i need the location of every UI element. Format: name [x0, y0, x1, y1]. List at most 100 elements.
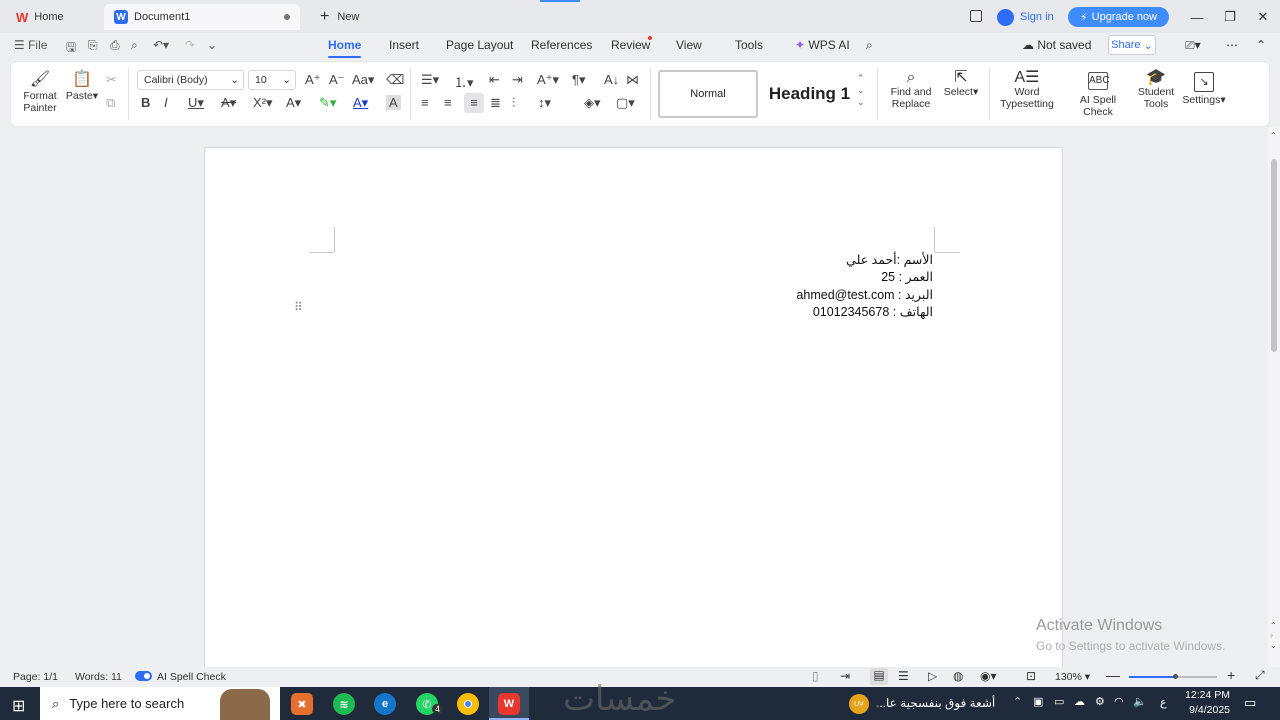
- borders-icon[interactable]: ▢▾: [616, 95, 635, 111]
- fullscreen-icon[interactable]: ⤢: [1255, 668, 1265, 683]
- tab-page-layout[interactable]: Page Layout: [446, 38, 513, 52]
- page-count[interactable]: Page: 1/1: [13, 671, 58, 683]
- grow-font-icon[interactable]: A⁺: [305, 72, 321, 88]
- windows-start-icon[interactable]: ⊞: [12, 696, 25, 716]
- spotify-icon[interactable]: ≋: [333, 693, 355, 715]
- cut-icon[interactable]: ✂: [106, 72, 117, 88]
- zoom-out-icon[interactable]: —: [1106, 667, 1120, 683]
- find-replace-button[interactable]: ⌕ Find and Replace: [887, 70, 935, 111]
- taskbar-search[interactable]: ⌕ Type here to search: [40, 687, 280, 720]
- numbering-icon[interactable]: ⒈▾: [454, 72, 474, 91]
- doc-line-email[interactable]: البريد : ahmed@test.com: [796, 287, 933, 302]
- shading-icon[interactable]: ◈▾: [584, 95, 601, 111]
- restore-button[interactable]: ❐: [1218, 6, 1242, 28]
- ai-spell-check-button[interactable]: ABC AI Spell Check: [1065, 72, 1131, 118]
- unsaved-dot-icon[interactable]: [284, 14, 290, 20]
- ai-spell-toggle[interactable]: [135, 671, 152, 681]
- outline-view-icon[interactable]: ☰: [898, 669, 909, 683]
- redo-icon[interactable]: ↷: [185, 38, 195, 52]
- print-icon[interactable]: ⎙: [110, 38, 120, 53]
- new-tab-button[interactable]: + New: [310, 4, 380, 30]
- volume-icon[interactable]: 🔈: [1133, 695, 1147, 708]
- window-layout-icon[interactable]: [970, 10, 982, 22]
- font-size-select[interactable]: 10 ⌄: [248, 70, 296, 90]
- paragraph-marks-icon[interactable]: ¶▾: [572, 72, 586, 88]
- print-preview-icon[interactable]: ⌕: [131, 38, 138, 53]
- styles-scroll-icon[interactable]: ⌃ ⌄ ⌄: [857, 72, 865, 108]
- char-shading-icon[interactable]: A: [386, 95, 401, 110]
- export-pdf-icon[interactable]: ⎘: [88, 38, 98, 53]
- doc-line-name[interactable]: الأسم :أحمد علي: [846, 252, 933, 267]
- zoom-level[interactable]: 130% ▾: [1055, 671, 1090, 683]
- scrollbar-thumb[interactable]: [1271, 159, 1277, 352]
- underline-icon[interactable]: U▾: [188, 95, 204, 111]
- vertical-scrollbar[interactable]: ⌃ ⌃ ◦ ⌄: [1268, 127, 1280, 667]
- tab-home[interactable]: W Home: [6, 4, 98, 30]
- close-button[interactable]: ✕: [1251, 6, 1275, 28]
- upgrade-button[interactable]: ⚡ Upgrade now: [1068, 7, 1169, 27]
- page-view-icon[interactable]: ▤: [870, 668, 888, 685]
- network-tray-icon[interactable]: ⚙: [1095, 695, 1105, 708]
- eye-protection-icon[interactable]: ◉▾: [980, 669, 997, 683]
- tab-insert[interactable]: Insert: [389, 38, 419, 52]
- increase-indent-icon[interactable]: ⇥: [512, 72, 523, 88]
- word-count[interactable]: Words: 11: [75, 671, 122, 683]
- weather-uv-icon[interactable]: UV: [849, 694, 869, 714]
- strikethrough-icon[interactable]: A▾: [221, 95, 236, 111]
- doc-line-phone[interactable]: الهاتف : 01012345678: [813, 304, 933, 319]
- bold-icon[interactable]: B: [141, 95, 150, 110]
- not-saved-status[interactable]: ☁ Not saved: [1022, 38, 1091, 52]
- battery-icon[interactable]: ▭: [1054, 695, 1064, 708]
- zoom-slider-handle[interactable]: [1173, 674, 1178, 679]
- tab-document[interactable]: W Document1: [104, 4, 300, 30]
- document-page[interactable]: ⠿ الأسم :أحمد علي العمر : 25 البريد : ah…: [204, 147, 1063, 667]
- tab-wps-ai[interactable]: ✦ WPS AI: [795, 38, 850, 52]
- more-options-icon[interactable]: ⋯: [1226, 38, 1238, 52]
- share-button[interactable]: Share ⌄: [1108, 35, 1156, 55]
- minimize-button[interactable]: —: [1185, 6, 1209, 28]
- italic-icon[interactable]: I: [164, 95, 168, 110]
- align-center-icon[interactable]: ≡: [444, 95, 452, 110]
- shrink-font-icon[interactable]: A⁻: [329, 72, 345, 88]
- edge-icon[interactable]: e: [374, 693, 396, 715]
- wps-taskbar-button[interactable]: W: [489, 687, 529, 720]
- chrome-icon[interactable]: [457, 693, 479, 715]
- decrease-indent-icon[interactable]: ⇤: [489, 72, 500, 88]
- file-menu[interactable]: ☰ File: [14, 38, 47, 52]
- tab-tools[interactable]: Tools: [735, 38, 763, 52]
- change-case-icon[interactable]: Aa▾: [352, 72, 374, 88]
- format-painter-button[interactable]: 🖌 Format Painter: [19, 72, 61, 115]
- align-right-icon[interactable]: ≡: [464, 93, 484, 113]
- quick-access-more-icon[interactable]: ⌄: [207, 38, 217, 52]
- tray-app-icon[interactable]: ▣: [1033, 695, 1043, 708]
- search-icon[interactable]: ⌕: [866, 38, 873, 53]
- word-typesetting-button[interactable]: A☰ Word Typesetting: [996, 70, 1058, 111]
- student-tools-button[interactable]: 🎓 Student Tools: [1135, 70, 1177, 111]
- export-icon[interactable]: ⇥: [840, 669, 850, 683]
- text-direction-icon[interactable]: A⁺▾: [537, 72, 559, 88]
- read-mode-icon[interactable]: ▯: [812, 669, 819, 683]
- copy-icon[interactable]: ⧉: [106, 95, 115, 111]
- columns-icon[interactable]: ⋈: [626, 72, 639, 88]
- tab-review[interactable]: Review: [611, 38, 650, 52]
- fit-page-icon[interactable]: ⊡: [1026, 669, 1036, 683]
- zoom-in-icon[interactable]: +: [1227, 667, 1235, 683]
- weather-text[interactable]: أشعة فوق بنفسجية عا...: [876, 696, 996, 710]
- clock-date[interactable]: 9/4/2025: [1185, 704, 1230, 716]
- style-heading1[interactable]: Heading 1: [762, 70, 857, 118]
- notification-center-icon[interactable]: ▭: [1244, 695, 1256, 711]
- page-nav-icons[interactable]: ⌃ ◦ ⌄: [1270, 621, 1277, 651]
- distributed-icon[interactable]: ⫶: [512, 95, 515, 111]
- text-effect-icon[interactable]: A▾: [286, 95, 301, 111]
- save-icon[interactable]: 🖫: [66, 38, 76, 59]
- paste-button[interactable]: 📋 Paste▾: [64, 72, 100, 103]
- tab-home-ribbon[interactable]: Home: [328, 38, 362, 58]
- style-normal[interactable]: Normal: [658, 70, 758, 118]
- collapse-ribbon-icon[interactable]: ⌃: [1256, 38, 1266, 52]
- drag-handle-icon[interactable]: ⠿: [294, 301, 303, 313]
- doc-line-age[interactable]: العمر : 25: [881, 269, 933, 284]
- input-language[interactable]: ع: [1160, 696, 1167, 709]
- justify-icon[interactable]: ≣: [490, 95, 501, 111]
- line-spacing-icon[interactable]: ↕▾: [538, 95, 551, 111]
- align-left-icon[interactable]: ≡: [421, 95, 429, 110]
